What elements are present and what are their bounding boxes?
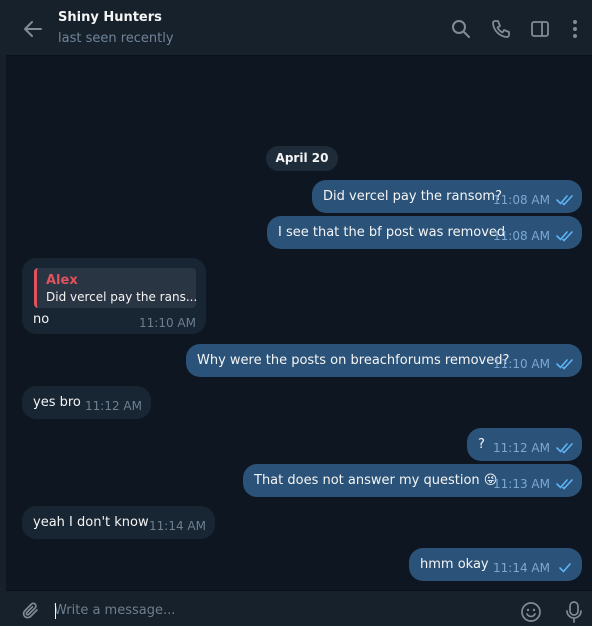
double-check-icon [556,195,573,206]
message-time: 11:12 AM [493,441,550,455]
message-time: 11:08 AM [493,229,550,243]
reply-author: Alex [46,273,78,288]
single-check-icon [559,563,571,573]
message-meta: 11:10 AM [139,316,196,330]
message-outgoing[interactable]: I see that the bf post was removed 11:08… [267,216,582,249]
attach-icon[interactable] [20,600,42,622]
message-text-with-emoji: That does not answer my question 😜 [254,473,497,488]
chat-window: Shiny Hunters last seen recently April 2… [0,0,592,626]
reply-snippet: Did vercel pay the rans... [46,290,198,304]
message-time: 11:14 AM [149,519,206,533]
double-check-icon [556,359,573,370]
message-meta: 11:08 AM [493,193,574,207]
message-incoming[interactable]: Alex Did vercel pay the rans... no 11:10… [22,258,206,334]
double-check-icon [556,479,573,490]
message-text: I see that the bf post was removed [278,225,506,240]
phone-icon[interactable] [490,18,512,40]
message-meta: 11:12 AM [85,399,142,413]
message-text: ? [478,437,485,452]
message-text: no [33,312,50,327]
message-text: yeah I don't know [33,515,149,530]
message-outgoing[interactable]: ? 11:12 AM [467,428,582,461]
message-text: yes bro [33,395,81,410]
message-incoming[interactable]: yeah I don't know 11:14 AM [22,506,215,539]
message-outgoing[interactable]: Why were the posts on breachforums remov… [186,344,582,377]
message-time: 11:13 AM [493,477,550,491]
message-meta: 11:08 AM [493,229,574,243]
date-separator: April 20 [266,146,338,171]
last-seen-status: last seen recently [58,31,174,46]
message-text: That does not answer my question [254,473,480,488]
reply-quote[interactable]: Alex Did vercel pay the rans... [34,268,198,308]
message-time: 11:10 AM [139,316,196,330]
left-panel-edge [0,0,6,626]
more-vertical-icon[interactable] [564,18,586,40]
message-meta: 11:12 AM [493,441,574,455]
message-incoming[interactable]: yes bro 11:12 AM [22,386,151,419]
message-meta: 11:13 AM [493,477,574,491]
message-time: 11:14 AM [493,561,550,575]
back-arrow-icon[interactable] [22,18,44,40]
message-meta: 11:10 AM [493,357,574,371]
chat-header: Shiny Hunters last seen recently [6,0,592,56]
message-time: 11:10 AM [493,357,550,371]
message-outgoing[interactable]: hmm okay 11:14 AM [409,548,582,581]
chat-title[interactable]: Shiny Hunters [58,10,162,25]
message-input[interactable] [54,600,494,620]
message-outgoing[interactable]: Did vercel pay the ransom? 11:08 AM [312,180,582,213]
search-icon[interactable] [450,18,472,40]
emoji-icon[interactable] [520,601,542,623]
microphone-icon[interactable] [564,600,584,624]
message-text: hmm okay [420,557,489,572]
message-time: 11:12 AM [85,399,142,413]
message-text: Did vercel pay the ransom? [323,189,502,204]
message-composer [6,590,592,626]
message-outgoing[interactable]: That does not answer my question 😜 11:13… [243,464,582,497]
text-cursor [55,603,56,619]
message-meta: 11:14 AM [493,561,574,575]
message-meta: 11:14 AM [149,519,206,533]
double-check-icon [556,443,573,454]
sidebar-toggle-icon[interactable] [529,18,551,40]
message-text: Why were the posts on breachforums remov… [197,353,510,368]
message-time: 11:08 AM [493,193,550,207]
double-check-icon [556,231,573,242]
